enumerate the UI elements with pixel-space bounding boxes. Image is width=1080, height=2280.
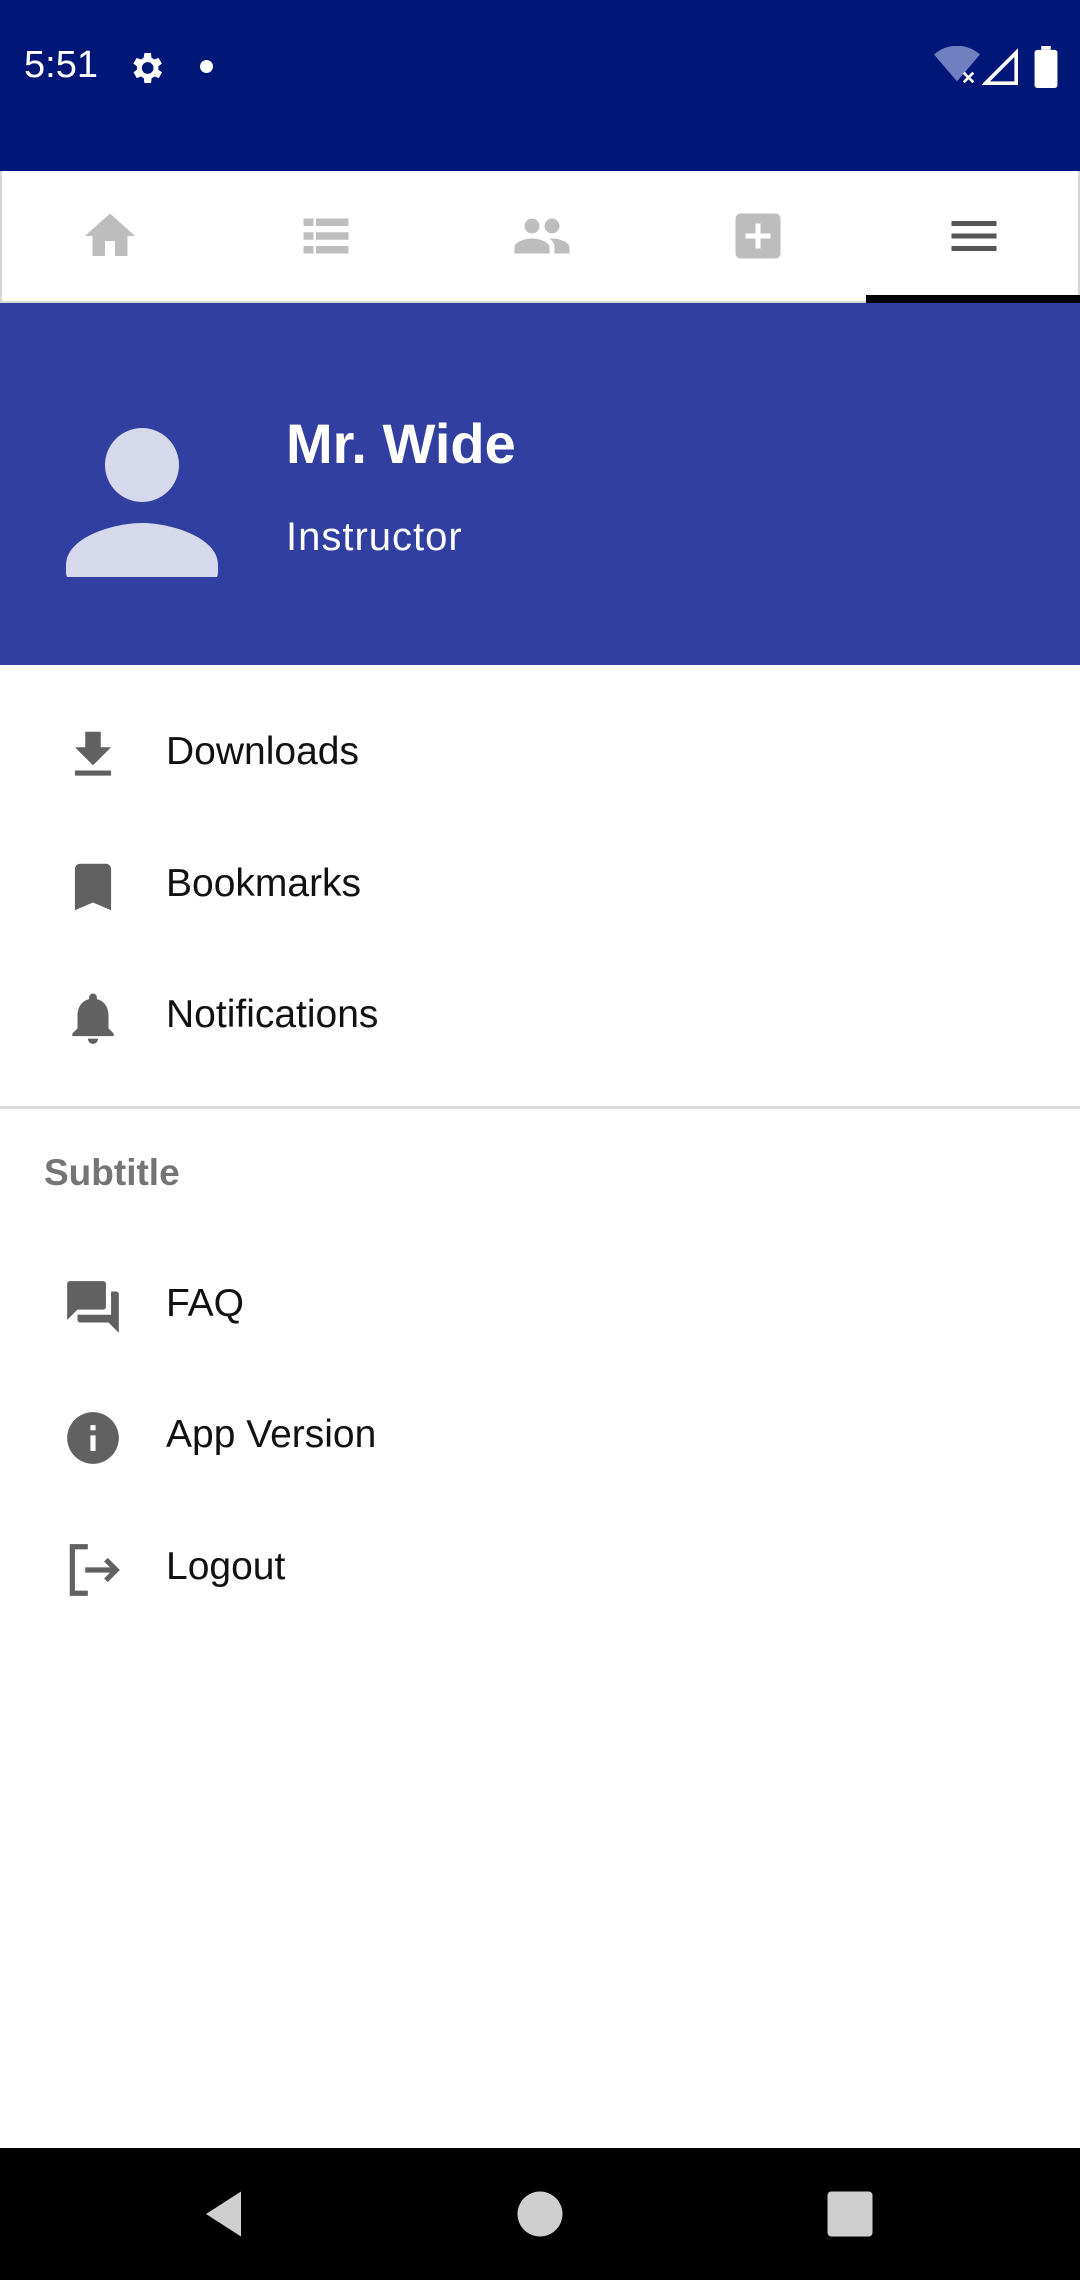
status-time: 5:51 (24, 44, 98, 86)
add-box-icon (735, 213, 781, 259)
menu-item-faq[interactable]: FAQ (0, 1242, 1080, 1372)
menu-item-notifications[interactable]: Notifications (0, 953, 1080, 1083)
status-bar: 5:51 (0, 0, 1080, 171)
profile-name: Mr. Wide (286, 412, 516, 475)
tab-menu[interactable] (866, 171, 1080, 301)
tab-add[interactable] (650, 171, 866, 301)
system-nav-bar (0, 2148, 1080, 2280)
menu-item-app-version[interactable]: App Version (0, 1373, 1080, 1503)
menu-item-label: FAQ (166, 1282, 245, 1325)
wifi-off-icon (934, 46, 980, 84)
bell-icon (72, 993, 114, 1044)
bookmark-icon (74, 863, 112, 911)
back-icon[interactable] (196, 2184, 256, 2244)
profile-header: Mr. Wide Instructor (0, 303, 1080, 665)
profile-role: Instructor (286, 515, 463, 559)
menu-item-label: Notifications (166, 993, 379, 1036)
home-circle-icon[interactable] (510, 2184, 570, 2244)
section-subtitle: Subtitle (44, 1152, 180, 1193)
top-tab-bar (0, 171, 1080, 303)
menu-item-label: Logout (166, 1545, 286, 1588)
logout-icon (69, 1544, 120, 1596)
menu-icon (951, 221, 997, 251)
battery-icon (1034, 46, 1058, 88)
dot-icon (200, 60, 213, 73)
signal-icon (982, 48, 1018, 85)
menu-item-label: App Version (166, 1413, 377, 1456)
gear-icon (133, 53, 162, 83)
forum-icon (67, 1281, 119, 1333)
download-icon (74, 731, 112, 776)
tab-people[interactable] (434, 171, 650, 301)
menu-item-downloads[interactable]: Downloads (0, 690, 1080, 820)
people-icon (514, 218, 570, 254)
tab-selected-indicator (866, 295, 1080, 303)
menu-item-label: Bookmarks (166, 862, 362, 905)
avatar-icon (66, 428, 218, 577)
recents-icon[interactable] (820, 2184, 880, 2244)
home-icon (85, 213, 135, 256)
list-icon (303, 218, 349, 254)
menu-divider (0, 1106, 1080, 1109)
info-icon (67, 1412, 119, 1464)
tab-list[interactable] (218, 171, 434, 301)
menu-item-bookmarks[interactable]: Bookmarks (0, 822, 1080, 952)
menu-item-logout[interactable]: Logout (0, 1505, 1080, 1635)
tab-home[interactable] (2, 171, 218, 301)
menu-item-label: Downloads (166, 730, 359, 773)
